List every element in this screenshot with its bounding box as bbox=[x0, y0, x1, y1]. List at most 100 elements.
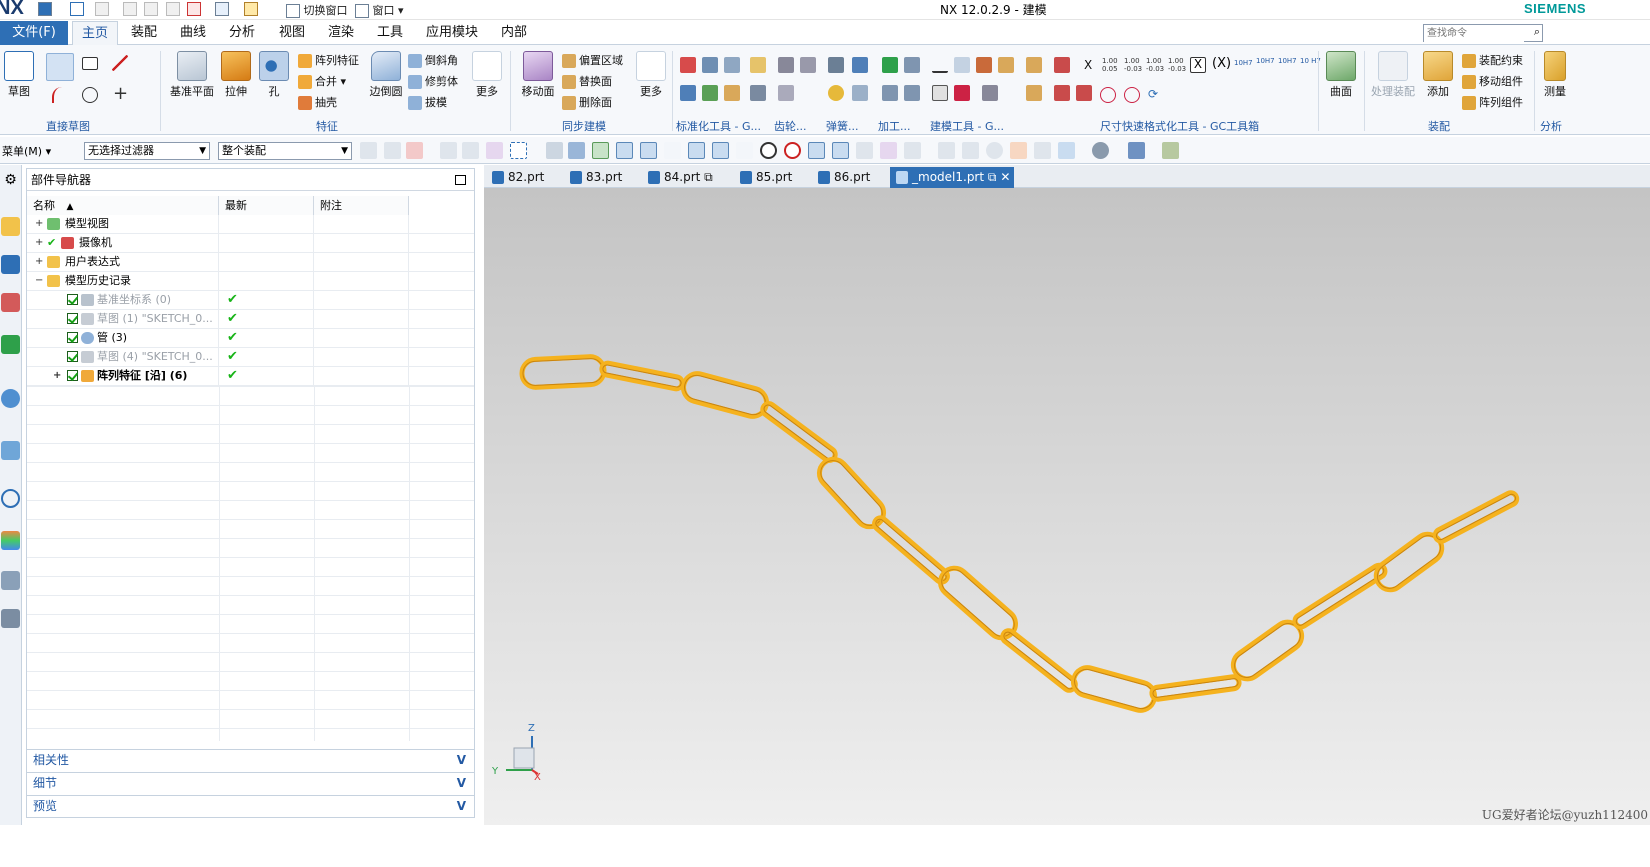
switch-window-button[interactable]: 切换窗口 bbox=[286, 2, 348, 18]
model-tool-3-icon[interactable] bbox=[998, 57, 1014, 73]
doc-tab-83[interactable]: 83.prt bbox=[564, 167, 642, 188]
tree-row-sketch-4[interactable]: 草图 (4) "SKETCH_0... ✔ bbox=[27, 348, 474, 367]
gear-modify-icon[interactable] bbox=[800, 57, 816, 73]
chain-link[interactable] bbox=[872, 515, 950, 585]
spring-modify-icon[interactable] bbox=[852, 57, 868, 73]
history-icon[interactable] bbox=[1, 489, 20, 508]
solid-body-icon[interactable] bbox=[546, 142, 563, 159]
chamfer-button[interactable]: 倒斜角 bbox=[408, 52, 458, 68]
circle-icon[interactable] bbox=[82, 87, 98, 103]
selection-filter-dropdown[interactable]: 无选择过滤器 ▼ bbox=[84, 142, 210, 160]
column-latest[interactable]: 最新 bbox=[219, 196, 314, 215]
checkbox[interactable] bbox=[67, 351, 78, 362]
curve-icon[interactable] bbox=[664, 142, 681, 159]
replace-face-button[interactable]: 替换面 bbox=[562, 73, 612, 89]
doc-tab-84[interactable]: 84.prt ⧉ bbox=[642, 167, 734, 188]
hole-button[interactable]: 孔 bbox=[258, 51, 290, 99]
pan-icon[interactable] bbox=[1010, 142, 1027, 159]
chain-link[interactable] bbox=[680, 370, 769, 419]
gear-icon[interactable] bbox=[778, 57, 794, 73]
dim-box-icon[interactable]: X bbox=[1190, 57, 1206, 73]
doc-tab-86[interactable]: 86.prt bbox=[812, 167, 890, 188]
part-navigator-icon[interactable] bbox=[1, 293, 20, 312]
tree-row-pattern-feature[interactable]: + 阵列特征 [沿] (6) ✔ bbox=[27, 367, 474, 386]
tab-home[interactable]: 主页 bbox=[72, 21, 118, 45]
shell-button[interactable]: 抽壳 bbox=[298, 94, 337, 110]
dim-tol-2-button[interactable]: 1.00 -0.03 bbox=[1124, 57, 1142, 73]
touch-mode-icon[interactable] bbox=[187, 2, 201, 16]
menu-button[interactable]: 菜单(M) ▾ bbox=[2, 143, 51, 159]
constraint-navigator-icon[interactable] bbox=[1, 255, 20, 274]
pattern-feature-button[interactable]: 阵列特征 bbox=[298, 52, 359, 68]
hd3d-tools-icon[interactable] bbox=[1, 389, 20, 408]
existing-point-icon[interactable] bbox=[808, 142, 825, 159]
spline-point-icon[interactable] bbox=[712, 142, 729, 159]
machining-check-icon[interactable] bbox=[882, 57, 898, 73]
washer-icon[interactable] bbox=[750, 57, 766, 73]
model-tool-6-icon[interactable] bbox=[982, 85, 998, 101]
tab-internal[interactable]: 内部 bbox=[492, 21, 536, 45]
point-on-curve-icon[interactable] bbox=[832, 142, 849, 159]
screw-icon[interactable] bbox=[750, 85, 766, 101]
delete-face-button[interactable]: 删除面 bbox=[562, 94, 612, 110]
bearing-icon[interactable] bbox=[724, 85, 740, 101]
tree-row-tube[interactable]: 管 (3) ✔ bbox=[27, 329, 474, 348]
deselect-icon[interactable] bbox=[440, 142, 457, 159]
measure-button[interactable]: 测量 bbox=[1540, 51, 1570, 99]
dependencies-panel[interactable]: 相关性 V bbox=[27, 749, 474, 770]
column-name[interactable]: 名称 ▲ bbox=[27, 196, 219, 215]
trim-body-button[interactable]: 修剪体 bbox=[408, 73, 458, 89]
tab-view[interactable]: 视图 bbox=[270, 21, 314, 45]
chain-link[interactable] bbox=[1292, 562, 1388, 630]
component-icon[interactable] bbox=[568, 142, 585, 159]
rotate-icon[interactable] bbox=[986, 142, 1003, 159]
profile-icon[interactable] bbox=[46, 53, 74, 81]
expand-icon[interactable]: + bbox=[35, 257, 43, 267]
grid-icon[interactable] bbox=[904, 142, 921, 159]
unite-button[interactable]: 合并 ▾ bbox=[298, 73, 346, 89]
pencil-icon[interactable] bbox=[244, 2, 258, 16]
move-face-button[interactable]: 移动面 bbox=[518, 51, 558, 99]
dim-clear-button[interactable]: X bbox=[1084, 58, 1092, 72]
snap-icon[interactable] bbox=[384, 142, 401, 159]
rendering-style-icon[interactable] bbox=[1092, 142, 1109, 159]
more-sync-button[interactable]: 更多 bbox=[634, 51, 668, 99]
tab-curve[interactable]: 曲线 bbox=[171, 21, 215, 45]
gear-mesh-icon[interactable] bbox=[778, 85, 794, 101]
draft-button[interactable]: 拔模 bbox=[408, 94, 447, 110]
doc-tab-82[interactable]: 82.prt bbox=[486, 167, 564, 188]
spring-delete-icon[interactable] bbox=[852, 85, 868, 101]
rectangle-icon[interactable] bbox=[82, 57, 98, 70]
dim-tol-1-button[interactable]: 1.00 0.05 bbox=[1102, 57, 1120, 73]
nut-icon[interactable] bbox=[724, 57, 740, 73]
line-icon[interactable] bbox=[112, 55, 128, 71]
offset-region-button[interactable]: 偏置区域 bbox=[562, 52, 623, 68]
tree-row-model-history[interactable]: − 模型历史记录 bbox=[27, 272, 474, 291]
extrude-button[interactable]: 拉伸 bbox=[220, 51, 252, 99]
chain-link[interactable] bbox=[1000, 628, 1078, 693]
add-component-button[interactable]: 添加 bbox=[1422, 51, 1454, 99]
expand-icon[interactable]: + bbox=[53, 371, 61, 381]
datum-plane-button[interactable]: 基准平面 bbox=[166, 51, 218, 99]
sketch-button[interactable]: 草图 bbox=[2, 51, 36, 99]
dim-tol-4-button[interactable]: 1.00 -0.03 bbox=[1168, 57, 1186, 73]
type-filter-icon[interactable] bbox=[360, 142, 377, 159]
dim-icon[interactable] bbox=[1054, 57, 1070, 73]
gc-2-icon[interactable] bbox=[1026, 85, 1042, 101]
tab-tools[interactable]: 工具 bbox=[368, 21, 412, 45]
fit-3-button[interactable]: 10H7 bbox=[1278, 57, 1297, 65]
snap-point-icon[interactable] bbox=[592, 142, 609, 159]
checkbox[interactable] bbox=[67, 313, 78, 324]
command-finder-input[interactable] bbox=[1424, 25, 1524, 42]
machining-2-icon[interactable] bbox=[882, 85, 898, 101]
web-browser-icon[interactable] bbox=[1, 441, 20, 460]
endpoint-icon[interactable] bbox=[616, 142, 633, 159]
arc-center-icon[interactable] bbox=[760, 142, 777, 159]
more-feature-button[interactable]: 更多 bbox=[470, 51, 504, 99]
select-features-icon[interactable] bbox=[486, 142, 503, 159]
chevron-down-icon[interactable]: V bbox=[457, 796, 466, 817]
disc-spring-icon[interactable] bbox=[828, 85, 844, 101]
checkbox[interactable] bbox=[67, 332, 78, 343]
dim-3-icon[interactable] bbox=[1076, 85, 1092, 101]
doc-tab-85[interactable]: 85.prt bbox=[734, 167, 812, 188]
